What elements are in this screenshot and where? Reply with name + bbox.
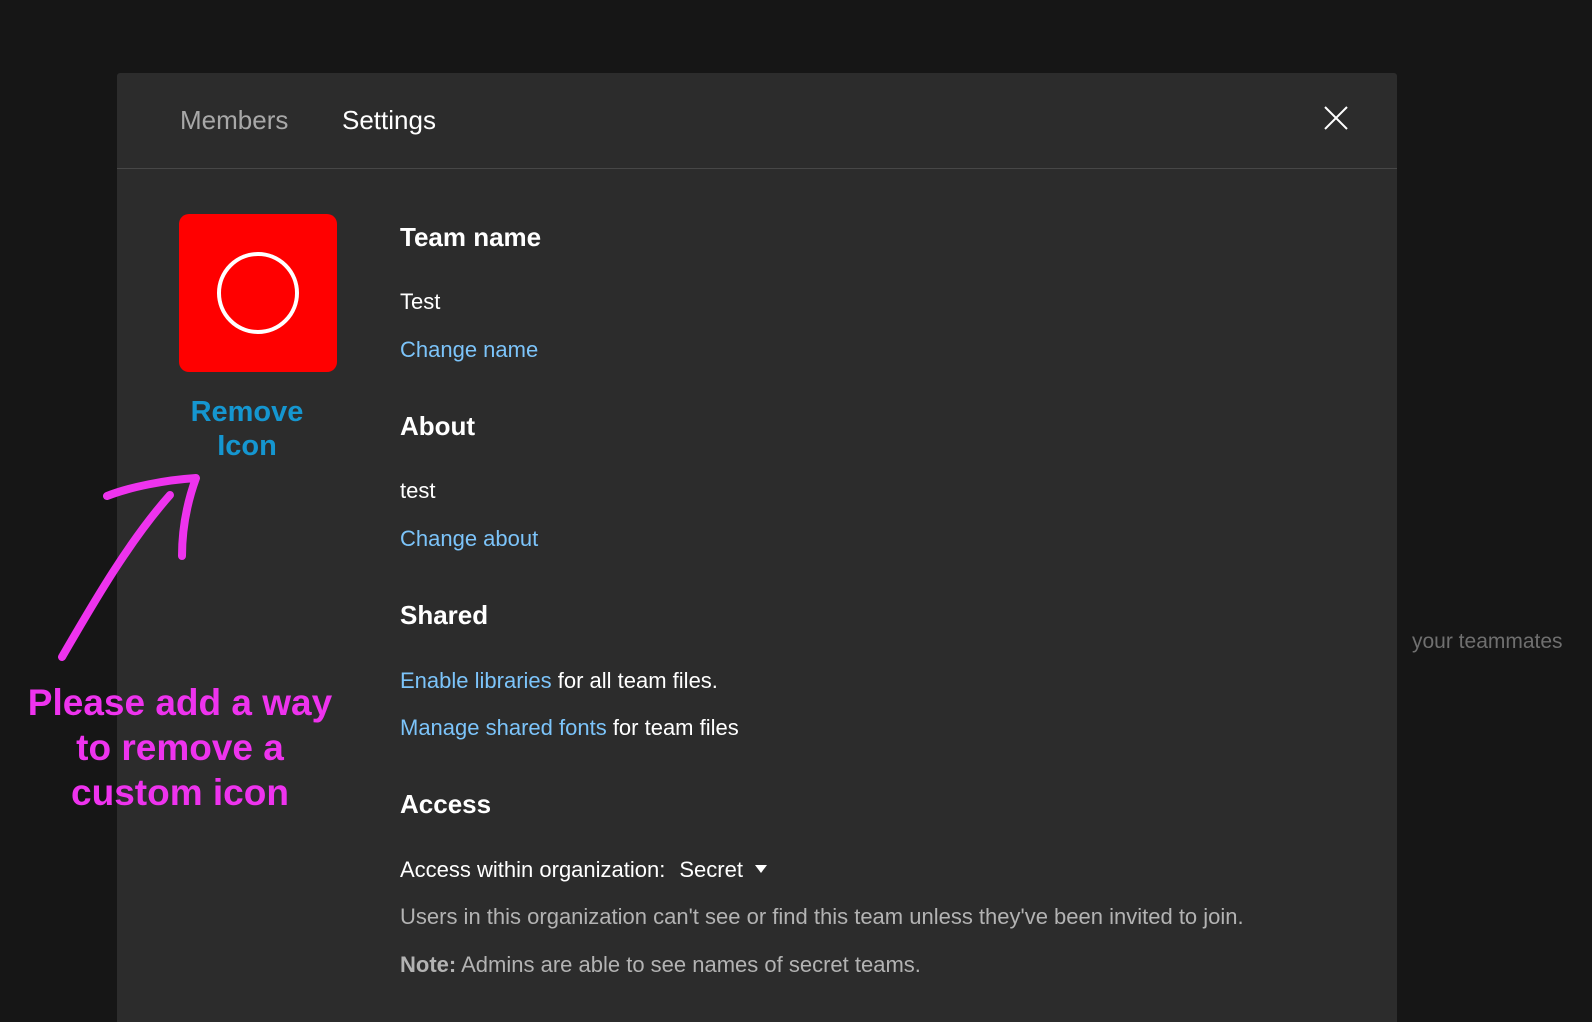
access-label: Access within organization:: [400, 857, 666, 882]
manage-shared-fonts-link[interactable]: Manage shared fonts: [400, 715, 607, 740]
change-about-link[interactable]: Change about: [400, 526, 538, 552]
about-heading: About: [400, 411, 476, 441]
modal-header: Members Settings: [117, 73, 1397, 169]
team-icon[interactable]: [179, 214, 337, 372]
libraries-text: for all team files.: [551, 668, 718, 693]
access-selected-value: Secret: [679, 857, 743, 882]
tab-members[interactable]: Members: [180, 105, 288, 136]
team-name-value: Test: [400, 289, 441, 314]
access-select[interactable]: Secret: [679, 857, 767, 883]
shared-heading: Shared: [400, 600, 489, 630]
note-text: Admins are able to see names of secret t…: [456, 952, 921, 977]
enable-libraries-link[interactable]: Enable libraries: [400, 668, 552, 693]
background-teammates-text: your teammates: [1412, 630, 1563, 653]
access-heading: Access: [400, 789, 492, 819]
note-label: Note:: [400, 952, 457, 977]
fonts-line: Manage shared fonts for team files: [400, 715, 739, 741]
remove-icon-link[interactable]: Remove Icon: [177, 395, 317, 463]
team-settings-modal: Members Settings Remove Icon Team name T…: [117, 73, 1397, 1022]
fonts-text: for team files: [606, 715, 739, 740]
close-icon: [1324, 106, 1348, 130]
team-name-heading: Team name: [400, 222, 542, 252]
app-stage: your teammates Members Settings Remove I…: [0, 0, 1592, 1022]
annotation-text: Please add a way to remove a custom icon: [27, 682, 333, 813]
access-row: Access within organization: Secret: [400, 857, 767, 883]
tab-settings[interactable]: Settings: [342, 105, 436, 136]
caret-down-icon: [754, 865, 767, 874]
change-name-link[interactable]: Change name: [400, 337, 538, 363]
access-note: Note: Admins are able to see names of se…: [400, 952, 921, 978]
close-button[interactable]: [1321, 103, 1351, 133]
circle-icon: [217, 252, 299, 334]
about-value: test: [400, 478, 436, 503]
libraries-line: Enable libraries for all team files.: [400, 668, 718, 694]
access-description: Users in this organization can't see or …: [400, 904, 1244, 929]
